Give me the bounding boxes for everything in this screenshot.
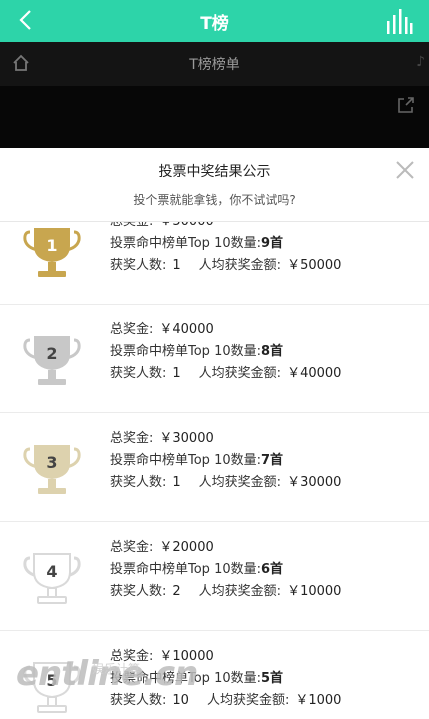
result-row: 2 总奖金: ￥40000 投票命中榜单Top 10数量:8首获奖人数: 1 人均获奖金额… <box>0 304 429 413</box>
watermark-cn: 娱乐计算 <box>92 662 141 676</box>
result-info: 总奖金: ￥50000 投票命中榜单Top 10数量:9首获奖人数: 1 人均获奖金额:… <box>110 222 341 277</box>
modal-title: 投票中奖结果公示 <box>158 164 271 180</box>
total-prize-value: ￥30000 <box>159 431 214 446</box>
total-prize-value: ￥50000 <box>159 222 213 229</box>
background-right-icon: ♪ <box>416 54 425 70</box>
hits-label: 投票命中榜单Top 10数量: <box>110 562 261 577</box>
hits-label: 投票命中榜单Top 10数量: <box>110 344 261 359</box>
winners-value: 1 <box>172 366 181 381</box>
background-hero <box>0 86 429 148</box>
page-title: T榜 <box>200 14 229 34</box>
total-prize-line: 总奖金: ￥40000 <box>110 319 341 341</box>
result-row: 1 总奖金: ￥50000 投票命中榜单Top 10数量:9首获奖人数: 1 人均获奖金额… <box>0 222 429 305</box>
modal-subtitle: 投个票就能拿钱，你不试试吗? <box>133 193 296 207</box>
per-person-value: ￥10000 <box>287 584 342 599</box>
hits-value: 8首 <box>261 344 284 359</box>
total-prize-label: 总奖金: <box>110 322 154 337</box>
hits-label: 投票命中榜单Top 10数量: <box>110 453 261 468</box>
per-person-label: 人均获奖金额: <box>198 366 282 381</box>
per-person-label: 人均获奖金额: <box>198 475 282 490</box>
results-list[interactable]: 1总奖金:￥50000投票命中榜单Top 10数量:9首获奖人数:1人均获奖金额… <box>0 222 429 719</box>
total-prize-label: 总奖金: <box>110 222 153 229</box>
result-info: 总奖金: ￥40000 投票命中榜单Top 10数量:8首获奖人数: 1 人均获奖金额:… <box>110 319 341 385</box>
hits-value: 9首 <box>261 236 284 251</box>
per-person-value: ￥50000 <box>287 258 342 273</box>
trophy-icon: 2 <box>23 336 81 385</box>
share-icon[interactable] <box>397 96 415 114</box>
result-info: 总奖金: ￥30000 投票命中榜单Top 10数量:7首获奖人数: 1 人均获奖金额:… <box>110 428 341 494</box>
background-nav-bar: T榜榜单 ♪ <box>0 42 429 86</box>
top-app-bar: T榜 <box>0 0 429 42</box>
total-prize-value: ￥20000 <box>159 540 214 555</box>
total-prize-label: 总奖金: <box>110 540 154 555</box>
result-info: 总奖金: ￥20000 投票命中榜单Top 10数量:6首获奖人数: 2 人均获奖金额:… <box>110 537 341 603</box>
per-person-label: 人均获奖金额: <box>198 258 282 273</box>
results-modal-header: 投票中奖结果公示 投个票就能拿钱，你不试试吗? <box>0 148 429 222</box>
winners-label: 获奖人数: <box>110 475 167 490</box>
per-person-value: ￥1000 <box>295 693 342 708</box>
trophy-rank-number: 1 <box>46 236 57 255</box>
hits-value: 7首 <box>261 453 284 468</box>
trophy-icon: 3 <box>23 445 81 494</box>
hits-value: 6首 <box>261 562 284 577</box>
result-row: 4 总奖金: ￥20000 投票命中榜单Top 10数量:6首获奖人数: 2 人均获奖金额… <box>0 522 429 631</box>
background-title: T榜榜单 <box>189 57 240 73</box>
hits-line: 投票命中榜单Top 10数量:9首 <box>110 233 341 255</box>
winners-value: 10 <box>172 693 189 708</box>
trophy-icon: 1 <box>23 228 81 277</box>
chart-bars-icon[interactable] <box>385 7 413 35</box>
per-person-value: ￥40000 <box>287 366 342 381</box>
winners-label: 获奖人数: <box>110 584 167 599</box>
total-prize-label: 总奖金: <box>110 431 154 446</box>
trophy-rank-number: 2 <box>46 344 57 363</box>
result-row: 3 总奖金: ￥30000 投票命中榜单Top 10数量:7首获奖人数: 1 人均获奖金额… <box>0 413 429 522</box>
winners-label: 获奖人数: <box>110 366 167 381</box>
hits-value: 5首 <box>261 671 284 686</box>
winners-line: 获奖人数: 2 人均获奖金额: ￥10000 <box>110 581 341 603</box>
trophy-rank-number: 3 <box>46 453 57 472</box>
winners-value: 1 <box>172 475 181 490</box>
hits-line: 投票命中榜单Top 10数量:6首 <box>110 559 341 581</box>
total-prize-value: ￥40000 <box>159 322 214 337</box>
winners-value: 2 <box>172 584 181 599</box>
winners-label: 获奖人数: <box>110 258 167 273</box>
winners-line: 获奖人数: 1 人均获奖金额: ￥40000 <box>110 363 341 385</box>
trophy-icon: 4 <box>23 553 81 604</box>
winners-label: 获奖人数: <box>110 693 167 708</box>
total-prize-line: 总奖金: ￥50000 <box>110 222 341 233</box>
hits-label: 投票命中榜单Top 10数量: <box>110 236 261 251</box>
winners-value: 1 <box>172 258 181 273</box>
trophy-rank-number: 4 <box>46 562 57 581</box>
close-icon[interactable] <box>395 160 415 180</box>
per-person-label: 人均获奖金额: <box>206 693 290 708</box>
total-prize-line: 总奖金: ￥20000 <box>110 537 341 559</box>
winners-line: 获奖人数: 1 人均获奖金额: ￥50000 <box>110 255 341 277</box>
total-prize-line: 总奖金: ￥30000 <box>110 428 341 450</box>
per-person-label: 人均获奖金额: <box>198 584 282 599</box>
winners-line: 获奖人数: 1 人均获奖金额: ￥30000 <box>110 472 341 494</box>
per-person-value: ￥30000 <box>287 475 342 490</box>
hits-line: 投票命中榜单Top 10数量:7首 <box>110 450 341 472</box>
hits-line: 投票命中榜单Top 10数量:8首 <box>110 341 341 363</box>
